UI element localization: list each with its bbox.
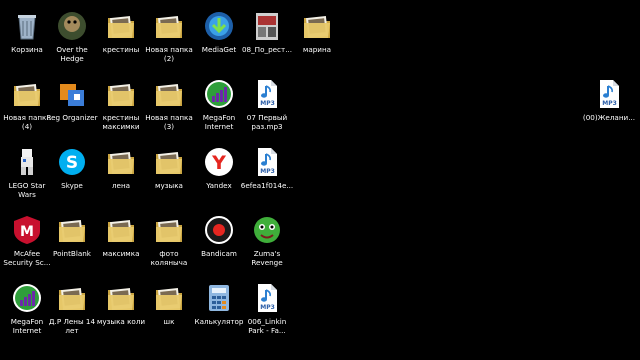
desktop-shortcut-mp3-file[interactable]: MP3 (00)Желани... (582, 68, 636, 136)
desktop-shortcut-folder[interactable]: крестины максимки (94, 68, 148, 136)
folder-icon (153, 214, 185, 246)
desktop-shortcut-label: Новая папка (2) (145, 45, 193, 63)
folder-icon (105, 10, 137, 42)
desktop: Корзина Over the Hedge крестины Новая па… (0, 0, 640, 360)
desktop-shortcut-folder[interactable]: максимка (94, 204, 148, 272)
desktop-shortcut-label: 07 Первый раз.mp3 (246, 113, 288, 131)
desktop-shortcut-label: PointBlank (53, 249, 91, 258)
desktop-shortcut-folder[interactable]: музыка коли (94, 272, 148, 340)
desktop-shortcut-folder[interactable]: шк (142, 272, 196, 340)
desktop-shortcut-label: марина (302, 45, 332, 54)
folder-icon (105, 282, 137, 314)
folder-icon (301, 10, 333, 42)
desktop-shortcut-label: Новая папка (3) (145, 113, 193, 131)
folder-icon (153, 282, 185, 314)
bandicam-icon (203, 214, 235, 246)
folder-icon (105, 214, 137, 246)
desktop-shortcut-folder[interactable]: PointBlank (45, 204, 99, 272)
desktop-shortcut-document[interactable]: 08_По_рест... (240, 0, 294, 68)
desktop-shortcut-label: шк (163, 317, 175, 326)
desktop-shortcut-megafon[interactable]: MegaFon Internet (192, 68, 246, 136)
reg-organizer-icon (56, 78, 88, 110)
desktop-shortcut-yandex-browser[interactable]: Y Yandex (192, 136, 246, 204)
desktop-shortcut-label: 6efea1f014e... (240, 181, 294, 190)
desktop-shortcut-mp3-file[interactable]: MP3 006_Linkin Park - Fa... (240, 272, 294, 340)
desktop-shortcut-label: Over the Hedge (56, 45, 88, 63)
folder-icon (153, 10, 185, 42)
mediaget-icon (203, 10, 235, 42)
desktop-shortcut-mp3-file[interactable]: MP3 07 Первый раз.mp3 (240, 68, 294, 136)
desktop-shortcut-label: 006_Linkin Park - Fa... (247, 317, 287, 335)
game-icon (56, 10, 88, 42)
megafon-icon (11, 282, 43, 314)
skype-icon: S (56, 146, 88, 178)
desktop-shortcut-label: фото коляныча (150, 249, 188, 267)
folder-icon (153, 146, 185, 178)
svg-text:Y: Y (211, 152, 226, 174)
folder-icon (105, 78, 137, 110)
svg-text:M: M (20, 224, 34, 240)
folder-icon (56, 282, 88, 314)
desktop-shortcut-label: Skype (61, 181, 83, 190)
desktop-shortcut-folder[interactable]: Д.Р Лены 14 лет (45, 272, 99, 340)
desktop-shortcut-folder[interactable]: Новая папка (3) (142, 68, 196, 136)
svg-text:MP3: MP3 (260, 304, 275, 311)
mcafee-icon: M (11, 214, 43, 246)
calculator-icon (203, 282, 235, 314)
svg-text:MP3: MP3 (602, 100, 617, 107)
desktop-shortcut-folder[interactable]: лена (94, 136, 148, 204)
desktop-shortcut-folder[interactable]: музыка (142, 136, 196, 204)
desktop-shortcut-bandicam[interactable]: Bandicam (192, 204, 246, 272)
desktop-shortcut-folder[interactable]: марина (290, 0, 344, 68)
desktop-shortcut-label: (00)Желани... (582, 113, 636, 122)
mp3-file-icon: MP3 (251, 146, 283, 178)
desktop-shortcut-mp3-file[interactable]: MP3 6efea1f014e... (240, 136, 294, 204)
recycle-bin-icon (11, 10, 43, 42)
folder-icon (11, 78, 43, 110)
yandex-browser-icon: Y (203, 146, 235, 178)
svg-text:S: S (66, 153, 78, 173)
desktop-shortcut-game[interactable]: Over the Hedge (45, 0, 99, 68)
mp3-file-icon: MP3 (251, 282, 283, 314)
desktop-shortcut-label: 08_По_рест... (241, 45, 293, 54)
mp3-file-icon: MP3 (251, 78, 283, 110)
desktop-shortcut-mediaget[interactable]: MediaGet (192, 0, 246, 68)
desktop-shortcut-folder[interactable]: фото коляныча (142, 204, 196, 272)
document-icon (251, 10, 283, 42)
desktop-shortcut-zuma[interactable]: Zuma's Revenge (240, 204, 294, 272)
desktop-shortcut-label: Д.Р Лены 14 лет (48, 317, 96, 335)
lego-star-wars-icon (11, 146, 43, 178)
folder-icon (105, 146, 137, 178)
desktop-shortcut-label: Zuma's Revenge (251, 249, 283, 267)
desktop-shortcut-folder[interactable]: Новая папка (2) (142, 0, 196, 68)
desktop-shortcut-folder[interactable]: крестины (94, 0, 148, 68)
megafon-icon (203, 78, 235, 110)
desktop-shortcut-calculator[interactable]: Калькулятор (192, 272, 246, 340)
desktop-shortcut-reg-organizer[interactable]: Reg Organizer (45, 68, 99, 136)
desktop-shortcut-label: музыка (155, 181, 183, 190)
desktop-shortcut-label: Reg Organizer (46, 113, 98, 122)
zuma-icon (251, 214, 283, 246)
svg-text:MP3: MP3 (260, 100, 275, 107)
desktop-shortcut-skype[interactable]: S Skype (45, 136, 99, 204)
folder-icon (56, 214, 88, 246)
folder-icon (153, 78, 185, 110)
svg-text:MP3: MP3 (260, 168, 275, 175)
mp3-file-icon: MP3 (593, 78, 625, 110)
